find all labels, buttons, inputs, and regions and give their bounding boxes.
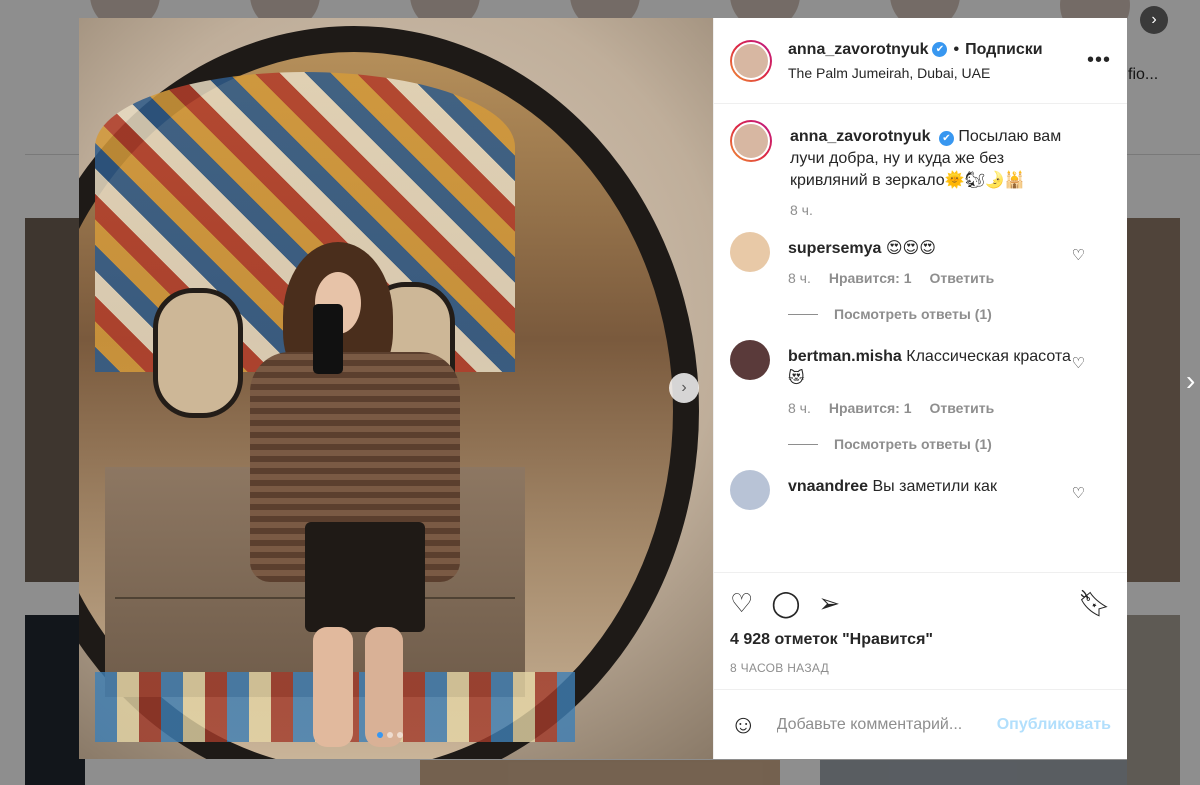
verified-icon: ✔	[932, 42, 948, 57]
follow-button[interactable]: Подписки	[965, 41, 1042, 59]
comment-likes[interactable]: Нравится: 1	[829, 270, 912, 286]
comment-text: Вы заметили как	[872, 478, 997, 495]
reply-button[interactable]: Ответить	[930, 270, 995, 286]
heart-icon[interactable]: ♡	[730, 588, 753, 619]
small-mirror	[153, 288, 243, 418]
comment-time[interactable]: 8 ч.	[788, 400, 811, 416]
comments-list[interactable]: anna_zavorotnyuk ✔ Посылаю вам лучи добр…	[714, 104, 1127, 572]
commenter-avatar[interactable]	[730, 340, 770, 380]
figure-leg	[313, 627, 353, 747]
likes-count[interactable]: 4 928 отметок "Нравится"	[730, 631, 1111, 649]
stories-next-icon[interactable]: ›	[1140, 6, 1168, 34]
emoji-icon[interactable]: ☺	[730, 709, 757, 740]
post-sidebar: anna_zavorotnyuk ✔ • Подписки The Palm J…	[713, 18, 1127, 759]
mirror-frame	[79, 26, 699, 759]
comment-username[interactable]: supersemya	[788, 240, 881, 257]
reply-button[interactable]: Ответить	[930, 400, 995, 416]
comment-text: 😍😍😍	[885, 240, 936, 257]
comment-item: vnaandree Вы заметили как ♡	[730, 470, 1111, 510]
more-options-icon[interactable]: •••	[1087, 49, 1111, 72]
carousel-dot	[387, 732, 393, 738]
comment-input[interactable]	[774, 714, 997, 735]
separator-dot: •	[953, 40, 960, 58]
commenter-avatar[interactable]	[730, 470, 770, 510]
post-actions: ♡ ◯ ➢ 🔖︎ 4 928 отметок "Нравится" 8 ЧАСО…	[714, 572, 1127, 675]
phone	[313, 304, 343, 374]
verified-icon: ✔	[938, 131, 954, 146]
post-modal: › anna_zavorotnyuk ✔ • Подписки The Palm…	[79, 18, 1127, 759]
comment-username[interactable]: bertman.misha	[788, 348, 902, 365]
comment-username[interactable]: vnaandree	[788, 478, 868, 495]
carousel-dot	[377, 732, 383, 738]
post-header: anna_zavorotnyuk ✔ • Подписки The Palm J…	[714, 18, 1127, 104]
figure-leg	[365, 627, 403, 747]
author-avatar[interactable]	[730, 39, 772, 82]
comment-like-icon[interactable]: ♡	[1072, 354, 1085, 372]
bookmark-icon[interactable]: 🔖︎	[1078, 588, 1111, 619]
figure-skirt	[305, 522, 425, 632]
caption: anna_zavorotnyuk ✔ Посылаю вам лучи добр…	[730, 120, 1111, 218]
author-username[interactable]: anna_zavorotnyuk	[788, 41, 928, 59]
comment-icon[interactable]: ◯	[771, 588, 800, 619]
comment-likes[interactable]: Нравится: 1	[829, 400, 912, 416]
post-location[interactable]: The Palm Jumeirah, Dubai, UAE	[788, 65, 1087, 81]
publish-button[interactable]: Опубликовать	[997, 716, 1111, 734]
view-replies-button[interactable]: Посмотреть ответы (1)	[788, 306, 1111, 322]
view-replies-button[interactable]: Посмотреть ответы (1)	[788, 436, 1111, 452]
next-post-chevron-icon[interactable]: ›	[1186, 365, 1195, 397]
caption-username[interactable]: anna_zavorotnyuk	[790, 128, 930, 145]
caption-time[interactable]: 8 ч.	[790, 202, 813, 218]
post-photo[interactable]: ›	[79, 18, 713, 759]
comment-item: supersemya 😍😍😍 8 ч. Нравится: 1 Ответить…	[730, 232, 1111, 286]
comment-like-icon[interactable]: ♡	[1072, 246, 1085, 264]
commenter-avatar[interactable]	[730, 232, 770, 272]
send-icon[interactable]: ➢	[818, 588, 840, 619]
carousel-dot	[397, 732, 403, 738]
add-comment-bar: ☺ Опубликовать	[714, 689, 1127, 759]
comment-like-icon[interactable]: ♡	[1072, 484, 1085, 502]
comment-time[interactable]: 8 ч.	[788, 270, 811, 286]
carousel-dots	[377, 732, 403, 738]
posted-ago[interactable]: 8 ЧАСОВ НАЗАД	[730, 661, 1111, 675]
comment-item: bertman.misha Классическая красота 😻 8 ч…	[730, 340, 1111, 416]
carousel-next-icon[interactable]: ›	[669, 373, 699, 403]
author-avatar[interactable]	[730, 120, 772, 162]
